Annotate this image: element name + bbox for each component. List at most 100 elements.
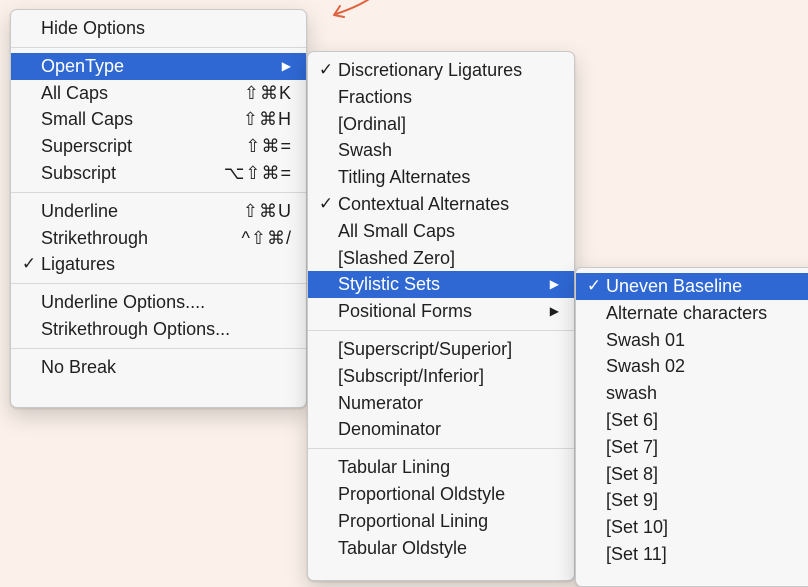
menu-item-tabular-oldstyle[interactable]: Tabular Oldstyle (308, 535, 574, 562)
menu-item-label: Discretionary Ligatures (338, 60, 523, 80)
menu-item-label: [Set 9] (606, 490, 659, 511)
menu-item-discretionary-ligatures[interactable]: ✓ Discretionary Ligatures (308, 57, 574, 84)
menu-item-superscript[interactable]: Superscript ⇧⌘= (11, 133, 306, 160)
menu-item-positional-forms[interactable]: Positional Forms ▶ (308, 298, 574, 325)
menu-item-label: [Subscript/Inferior] (338, 365, 485, 386)
menu-item-swash-01[interactable]: Swash 01 (576, 327, 808, 354)
menu-item-no-break[interactable]: No Break (11, 354, 306, 381)
menu-item-label: Denominator (338, 419, 442, 440)
menu-item-set-6[interactable]: [Set 6] (576, 407, 808, 434)
menu-item-label: All Caps (41, 82, 109, 103)
menu-item-slashed-zero[interactable]: [Slashed Zero] (308, 245, 574, 272)
menu-item-ligatures[interactable]: ✓ Ligatures (11, 251, 306, 278)
menu-item-small-caps[interactable]: Small Caps ⇧⌘H (11, 106, 306, 133)
menu-item-titling-alternates[interactable]: Titling Alternates (308, 164, 574, 191)
menu-item-label: Superscript (41, 136, 133, 157)
menu-item-opentype[interactable]: OpenType ▶ (11, 52, 306, 80)
menu-item-label: Stylistic Sets (338, 274, 441, 295)
checkmark-icon: ✓ (318, 193, 334, 213)
keyboard-shortcut: ⇧⌘= (245, 136, 292, 157)
menu-item-stylistic-sets[interactable]: Stylistic Sets ▶ (308, 271, 574, 299)
menu-item-label: Underline Options.... (41, 292, 206, 313)
menu-item-swash[interactable]: Swash (308, 137, 574, 164)
menu-item-ordinal[interactable]: [Ordinal] (308, 111, 574, 138)
opentype-submenu: ✓ Discretionary Ligatures Fractions [Ordina… (307, 51, 575, 581)
menu-item-label: Uneven Baseline (606, 276, 743, 296)
menu-item-superscript-superior[interactable]: [Superscript/Superior] (308, 336, 574, 363)
menu-item-set-11[interactable]: [Set 11] (576, 541, 808, 568)
checkmark-icon: ✓ (21, 254, 37, 274)
stylistic-sets-submenu: ✓ Uneven Baseline Alternate characters Swas… (575, 267, 808, 587)
menu-item-label: Hide Options (41, 18, 146, 38)
menu-separator (11, 278, 306, 289)
menu-item-label: Subscript (41, 162, 117, 183)
menu-item-label: [Set 8] (606, 463, 659, 484)
menu-item-label: Small Caps (41, 109, 134, 130)
menu-item-proportional-lining[interactable]: Proportional Lining (308, 508, 574, 535)
menu-item-all-small-caps[interactable]: All Small Caps (308, 218, 574, 245)
keyboard-shortcut: ⇧⌘H (242, 109, 292, 130)
menu-item-uneven-baseline[interactable]: ✓ Uneven Baseline (576, 273, 808, 300)
menu-item-swash-02[interactable]: Swash 02 (576, 353, 808, 380)
menu-item-label: [Set 11] (606, 543, 667, 564)
menu-item-set-7[interactable]: [Set 7] (576, 434, 808, 461)
format-options-menu: Hide Options OpenType ▶ All Caps ⇧⌘K Small Ca… (10, 9, 307, 408)
menu-item-label: Tabular Oldstyle (338, 537, 468, 558)
submenu-arrow-icon: ▶ (549, 304, 559, 319)
menu-item-label: Tabular Lining (338, 457, 451, 478)
menu-item-label: Titling Alternates (338, 167, 471, 188)
menu-item-label: [Superscript/Superior] (338, 338, 513, 359)
menu-item-label: Swash (338, 140, 393, 161)
menu-item-label: OpenType (41, 55, 125, 76)
menu-item-label: Contextual Alternates (338, 193, 510, 214)
menu-item-label: Strikethrough Options... (41, 318, 231, 339)
menu-item-strikethrough[interactable]: Strikethrough ^⇧⌘/ (11, 225, 306, 252)
menu-item-numerator[interactable]: Numerator (308, 390, 574, 417)
menu-item-alternate-characters[interactable]: Alternate characters (576, 300, 808, 327)
menu-item-label: swash (606, 383, 658, 404)
menu-item-label: No Break (41, 356, 117, 377)
menu-item-subscript-inferior[interactable]: [Subscript/Inferior] (308, 363, 574, 390)
menu-item-label: [Set 7] (606, 436, 659, 457)
menu-item-label: [Slashed Zero] (338, 247, 456, 268)
menu-separator (11, 42, 306, 53)
menu-item-label: Alternate characters (606, 302, 768, 323)
menu-separator (308, 325, 574, 336)
menu-item-strikethrough-options[interactable]: Strikethrough Options... (11, 316, 306, 343)
menu-item-label: Positional Forms (338, 301, 473, 322)
keyboard-shortcut: ⇧⌘U (242, 200, 292, 221)
menu-item-tabular-lining[interactable]: Tabular Lining (308, 454, 574, 481)
keyboard-shortcut: ^⇧⌘/ (241, 227, 292, 248)
menu-item-label: Underline (41, 200, 119, 221)
menu-item-swash[interactable]: swash (576, 380, 808, 407)
menu-item-denominator[interactable]: Denominator (308, 416, 574, 443)
keyboard-shortcut: ⌥⇧⌘= (223, 162, 292, 183)
menu-item-label: Swash 02 (606, 356, 686, 377)
menu-item-label: All Small Caps (338, 220, 456, 241)
menu-item-label: Fractions (338, 86, 413, 107)
menu-separator (308, 443, 574, 454)
menu-item-set-8[interactable]: [Set 8] (576, 461, 808, 488)
menu-item-label: Proportional Lining (338, 510, 489, 531)
menu-item-label: [Set 10] (606, 517, 669, 538)
menu-item-label: Swash 01 (606, 329, 686, 350)
menu-item-proportional-oldstyle[interactable]: Proportional Oldstyle (308, 481, 574, 508)
keyboard-shortcut: ⇧⌘K (243, 82, 292, 103)
submenu-arrow-icon: ▶ (281, 58, 291, 73)
menu-item-fractions[interactable]: Fractions (308, 84, 574, 111)
menu-item-set-9[interactable]: [Set 9] (576, 487, 808, 514)
menu-item-set-10[interactable]: [Set 10] (576, 514, 808, 541)
menu-item-underline-options[interactable]: Underline Options.... (11, 289, 306, 316)
menu-item-contextual-alternates[interactable]: ✓ Contextual Alternates (308, 191, 574, 218)
menu-item-hide-options[interactable]: Hide Options (11, 15, 306, 42)
menu-item-label: [Set 6] (606, 409, 659, 430)
menu-item-label: Ligatures (41, 254, 116, 275)
menu-item-all-caps[interactable]: All Caps ⇧⌘K (11, 80, 306, 107)
menu-separator (11, 187, 306, 198)
menu-item-label: Strikethrough (41, 227, 149, 248)
annotation-arrow-icon (333, 0, 370, 18)
checkmark-icon: ✓ (586, 276, 602, 295)
menu-item-underline[interactable]: Underline ⇧⌘U (11, 198, 306, 225)
checkmark-icon: ✓ (318, 60, 334, 79)
menu-item-subscript[interactable]: Subscript ⌥⇧⌘= (11, 160, 306, 187)
